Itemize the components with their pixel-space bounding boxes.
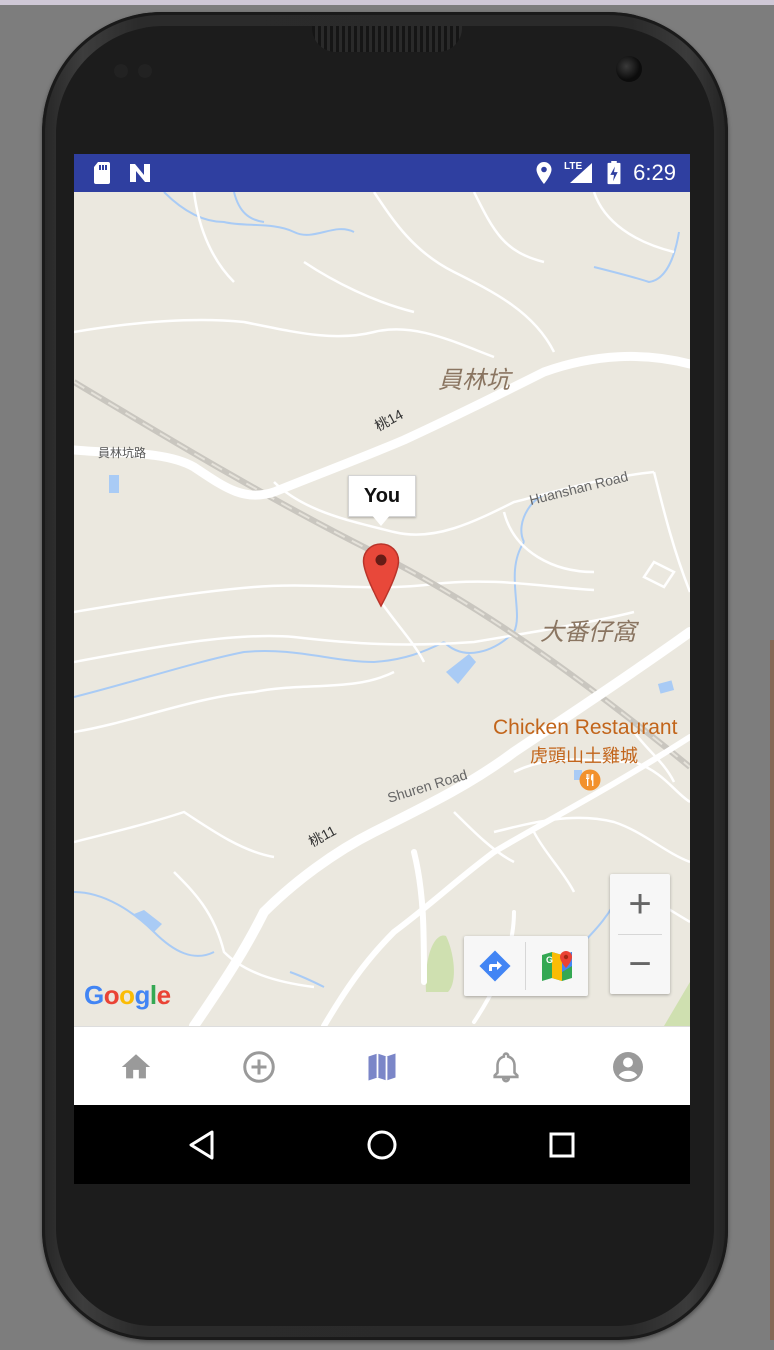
window-top-strip	[0, 0, 774, 5]
battery-charging-icon	[607, 161, 621, 185]
proximity-sensor	[114, 64, 128, 78]
map-toolbar: G	[464, 936, 588, 996]
network-type-label: LTE	[564, 161, 583, 172]
device-screen: LTE 6:29 員林坑 大番仔窩 員林坑路 桃14 Huanshan Road…	[74, 154, 690, 1184]
nav-add[interactable]	[237, 1045, 281, 1089]
poi-name-en[interactable]: Chicken Restaurant	[493, 716, 677, 740]
light-sensor	[138, 64, 152, 78]
map-view[interactable]: 員林坑 大番仔窩 員林坑路 桃14 Huanshan Road Shuren R…	[74, 192, 690, 1026]
poi-name-zh[interactable]: 虎頭山土雞城	[530, 742, 638, 768]
recents-icon	[549, 1132, 575, 1158]
home-circle-icon	[367, 1130, 397, 1160]
bell-icon	[493, 1052, 519, 1083]
google-logo: Google	[84, 980, 171, 1010]
zoom-control: + −	[610, 874, 670, 994]
home-system-button[interactable]	[362, 1125, 402, 1165]
bottom-navigation	[74, 1026, 690, 1106]
location-icon	[536, 162, 552, 184]
add-circle-icon	[243, 1051, 275, 1083]
system-navigation-bar	[74, 1105, 690, 1184]
nav-account[interactable]	[606, 1045, 650, 1089]
account-circle-icon	[613, 1052, 643, 1082]
map-icon	[368, 1053, 396, 1081]
location-marker-icon[interactable]	[362, 542, 400, 610]
info-window-tail	[371, 514, 391, 526]
nav-notifications[interactable]	[484, 1045, 528, 1089]
google-maps-app-icon: G	[541, 951, 572, 981]
earpiece-speaker	[312, 26, 462, 52]
park-area	[425, 935, 454, 992]
marker-info-window[interactable]: You	[348, 475, 416, 517]
back-button[interactable]	[182, 1125, 222, 1165]
minus-icon: −	[628, 942, 652, 986]
svg-text:G: G	[546, 955, 553, 965]
home-icon	[121, 1054, 151, 1079]
back-icon	[189, 1130, 214, 1160]
n-notification-icon	[130, 164, 150, 182]
status-time: 6:29	[633, 160, 676, 185]
status-bar: LTE 6:29	[74, 154, 690, 192]
open-in-maps-button[interactable]: G	[526, 936, 587, 996]
plus-icon: +	[628, 882, 652, 926]
restaurant-icon[interactable]	[579, 769, 601, 791]
nav-home[interactable]	[114, 1045, 158, 1089]
lte-signal-icon: LTE	[562, 161, 594, 185]
zoom-in-button[interactable]: +	[610, 874, 670, 934]
background-window-edge	[770, 640, 774, 1340]
sd-card-icon	[94, 162, 110, 184]
nav-map[interactable]	[360, 1045, 404, 1089]
village-label-1: 員林坑	[438, 367, 510, 394]
front-camera	[616, 56, 642, 82]
road-label-1: 員林坑路	[98, 446, 147, 460]
recents-button[interactable]	[542, 1125, 582, 1165]
directions-button[interactable]	[464, 936, 525, 996]
village-label-2: 大番仔窩	[540, 619, 636, 646]
directions-icon	[478, 950, 511, 982]
zoom-out-button[interactable]: −	[610, 934, 670, 994]
